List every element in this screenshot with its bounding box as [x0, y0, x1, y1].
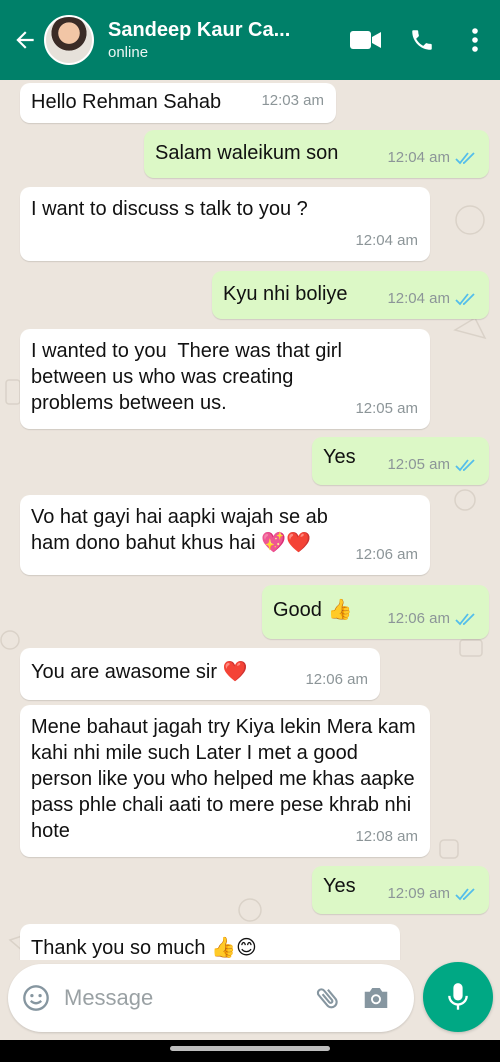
- message-incoming[interactable]: I wanted to you There was that girl betw…: [20, 329, 430, 429]
- message-time: 12:05 am: [355, 400, 418, 417]
- message-composer: [8, 964, 414, 1032]
- back-button[interactable]: [6, 0, 44, 80]
- message-time: 12:08 am: [355, 828, 418, 845]
- message-outgoing[interactable]: Good 👍 12:06 am: [262, 585, 489, 639]
- emoji-icon: [23, 985, 49, 1011]
- camera-button[interactable]: [352, 964, 400, 1032]
- message-outgoing[interactable]: Yes 12:09 am: [312, 866, 489, 914]
- contact-status: online: [108, 44, 149, 61]
- message-incoming[interactable]: Mene bahaut jagah try Kiya lekin Mera ka…: [20, 705, 430, 857]
- read-receipt-icon: [455, 888, 475, 901]
- attach-button[interactable]: [304, 964, 352, 1032]
- message-incoming[interactable]: Thank you so much 👍😊: [20, 924, 400, 960]
- system-nav-bar: [0, 1040, 500, 1062]
- message-outgoing[interactable]: Salam waleikum son 12:04 am: [144, 130, 489, 178]
- contact-name: Sandeep Kaur Ca...: [108, 19, 291, 41]
- message-text: Vo hat gayi hai aapki wajah se ab ham do…: [31, 506, 334, 554]
- mic-icon: [448, 983, 468, 1010]
- emoji-button[interactable]: [8, 964, 64, 1032]
- message-incoming[interactable]: You are awasome sir ❤️ 12:06 am: [20, 648, 380, 700]
- read-receipt-icon: [455, 613, 475, 626]
- message-time: 12:06 am: [355, 546, 418, 563]
- message-outgoing[interactable]: Yes 12:05 am: [312, 437, 489, 485]
- read-receipt-icon: [455, 293, 475, 306]
- voice-call-button[interactable]: [394, 0, 450, 80]
- message-time: 12:04 am: [387, 149, 450, 166]
- message-time: 12:06 am: [305, 671, 368, 688]
- read-receipt-icon: [455, 152, 475, 165]
- message-text: Thank you so much 👍😊: [31, 937, 257, 959]
- message-text: I want to discuss s talk to you ?: [31, 198, 308, 220]
- more-options-button[interactable]: [450, 0, 500, 80]
- more-options-icon: [472, 28, 478, 52]
- message-incoming[interactable]: I want to discuss s talk to you ? 12:04 …: [20, 187, 430, 261]
- message-outgoing[interactable]: Kyu nhi boliye 12:04 am: [212, 271, 489, 319]
- read-receipt-icon: [455, 459, 475, 472]
- camera-icon: [364, 988, 388, 1008]
- home-gesture-handle[interactable]: [170, 1046, 330, 1051]
- video-call-icon: [350, 31, 381, 49]
- back-arrow-icon: [16, 31, 34, 49]
- attachment-icon: [316, 988, 338, 1009]
- chat-header: Sandeep Kaur Ca... online: [0, 0, 500, 80]
- message-time: 12:05 am: [387, 456, 450, 473]
- message-list[interactable]: Hello Rehman Sahab 12:03 am Salam waleik…: [0, 80, 500, 960]
- message-time: 12:06 am: [387, 610, 450, 627]
- message-time: 12:04 am: [387, 290, 450, 307]
- message-text: I wanted to you There was that girl betw…: [31, 340, 348, 414]
- phone-icon: [412, 30, 432, 50]
- video-call-button[interactable]: [338, 0, 394, 80]
- message-incoming[interactable]: Vo hat gayi hai aapki wajah se ab ham do…: [20, 495, 430, 575]
- message-incoming[interactable]: Hello Rehman Sahab 12:03 am: [20, 83, 336, 123]
- message-time: 12:09 am: [387, 885, 450, 902]
- contact-info[interactable]: Sandeep Kaur Ca... online: [108, 19, 318, 61]
- message-time: 12:03 am: [261, 92, 324, 109]
- voice-message-button[interactable]: [423, 962, 493, 1032]
- message-time: 12:04 am: [355, 232, 418, 249]
- message-input[interactable]: [64, 985, 304, 1011]
- avatar[interactable]: [44, 15, 94, 65]
